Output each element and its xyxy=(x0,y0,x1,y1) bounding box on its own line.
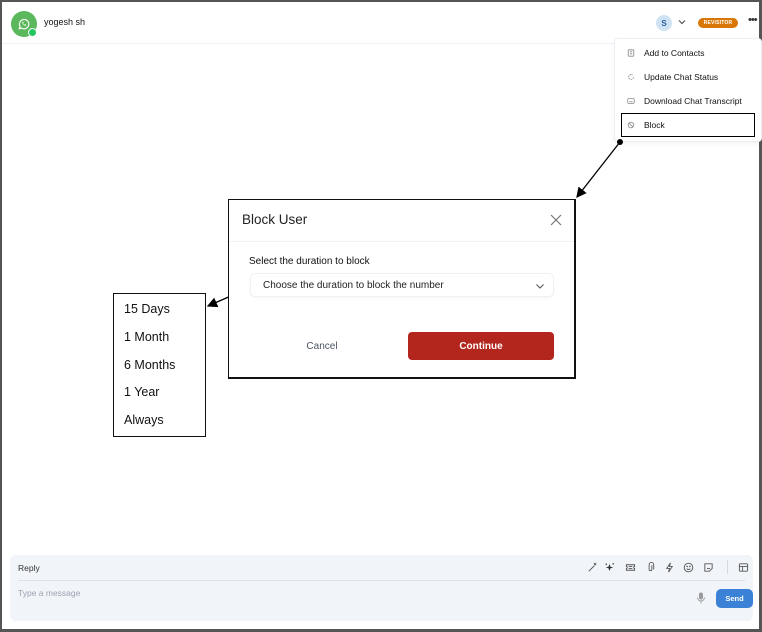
reply-tab[interactable]: Reply xyxy=(18,563,40,573)
message-input[interactable] xyxy=(18,586,678,600)
ticket-icon[interactable] xyxy=(624,561,636,573)
reply-composer: Reply Send xyxy=(10,555,753,621)
option-1-month[interactable]: 1 Month xyxy=(124,330,169,344)
toolbar-divider xyxy=(727,560,728,574)
emoji-icon[interactable] xyxy=(682,561,694,573)
menu-item-label: Add to Contacts xyxy=(644,48,705,58)
menu-item-add-to-contacts[interactable]: Add to Contacts xyxy=(615,42,762,64)
chevron-down-icon xyxy=(536,284,544,289)
close-icon[interactable] xyxy=(549,213,563,227)
chat-options-menu: Add to Contacts Update Chat Status Downl… xyxy=(614,38,762,142)
send-button[interactable]: Send xyxy=(716,589,753,608)
menu-item-label: Block xyxy=(644,120,665,130)
attachment-icon[interactable] xyxy=(644,561,656,573)
block-user-dialog: Block User Select the duration to block … xyxy=(228,199,576,379)
option-15-days[interactable]: 15 Days xyxy=(124,302,170,316)
menu-item-block[interactable]: Block xyxy=(621,113,755,137)
option-always[interactable]: Always xyxy=(124,413,164,427)
dialog-title: Block User xyxy=(242,212,308,227)
duration-field-label: Select the duration to block xyxy=(249,256,370,267)
contact-card-icon xyxy=(626,49,635,58)
assigned-agent-avatar[interactable]: S xyxy=(656,15,672,31)
cancel-button[interactable]: Cancel xyxy=(289,337,355,355)
contact-name: yogesh sh xyxy=(44,17,86,27)
option-6-months[interactable]: 6 Months xyxy=(124,358,175,372)
status-badge: REVISITOR xyxy=(698,18,738,28)
refresh-icon xyxy=(626,73,635,82)
sticker-icon[interactable] xyxy=(702,561,714,573)
template-icon[interactable] xyxy=(737,561,749,573)
continue-button[interactable]: Continue xyxy=(408,332,554,360)
menu-item-download-chat-transcript[interactable]: Download Chat Transcript xyxy=(615,90,762,112)
online-status-dot xyxy=(28,28,37,37)
chevron-down-icon[interactable] xyxy=(677,17,687,27)
lightning-icon[interactable] xyxy=(663,561,675,573)
duration-select[interactable]: Choose the duration to block the number xyxy=(250,273,554,297)
sparkle-icon[interactable] xyxy=(603,561,615,573)
menu-item-label: Download Chat Transcript xyxy=(644,96,742,106)
option-1-year[interactable]: 1 Year xyxy=(124,385,159,399)
more-options-button[interactable]: ••• xyxy=(748,14,758,26)
microphone-icon[interactable] xyxy=(696,592,706,604)
composer-divider xyxy=(18,580,745,581)
duration-options-list: 15 Days 1 Month 6 Months 1 Year Always xyxy=(113,293,206,437)
menu-item-label: Update Chat Status xyxy=(644,72,719,82)
duration-select-placeholder: Choose the duration to block the number xyxy=(263,280,444,291)
magic-wand-icon[interactable] xyxy=(586,561,598,573)
menu-item-update-chat-status[interactable]: Update Chat Status xyxy=(615,66,762,88)
block-icon xyxy=(626,121,635,130)
dialog-divider xyxy=(229,241,574,242)
transcript-icon xyxy=(626,97,635,106)
